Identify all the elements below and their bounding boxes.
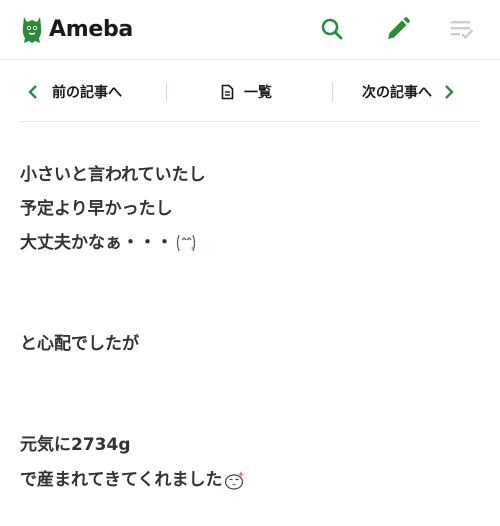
article-text-line: 予定より早かったし <box>20 199 173 219</box>
app-header: Ameba <box>0 0 500 60</box>
search-button[interactable] <box>318 15 346 43</box>
write-post-button[interactable] <box>384 15 412 43</box>
next-article-link[interactable]: 次の記事へ <box>362 80 454 104</box>
chevron-right-icon <box>445 85 454 99</box>
ameba-mascot-icon <box>22 17 42 43</box>
article-list-label: 一覧 <box>244 85 272 101</box>
pencil-icon <box>388 17 410 39</box>
feed-button[interactable] <box>448 15 476 43</box>
article-text-line: と心配でしたが <box>20 334 139 354</box>
feed-check-icon <box>451 21 474 40</box>
article-text-line: 小さいと言われていたし <box>20 165 206 185</box>
happy-face-emoji-icon <box>225 471 245 490</box>
search-icon <box>321 18 343 40</box>
nav-separator <box>166 82 167 102</box>
article-navigation: 前の記事へ 一覧 次の記事へ <box>0 62 500 122</box>
article-text-line: 元気に2734g <box>20 435 131 455</box>
worried-face-emoji-icon <box>176 234 196 252</box>
ameba-logo[interactable]: Ameba <box>20 13 133 45</box>
logo-text: Ameba <box>49 16 133 42</box>
next-article-label: 次の記事へ <box>362 85 432 101</box>
article-text-line: で産まれてきてくれました <box>20 469 246 491</box>
nav-divider <box>20 121 480 122</box>
document-icon <box>221 84 234 100</box>
prev-article-label: 前の記事へ <box>52 85 122 101</box>
nav-separator <box>332 82 333 102</box>
article-text-line: 大丈夫かなぁ・・・ <box>20 232 197 254</box>
article-list-link[interactable]: 一覧 <box>221 80 272 104</box>
chevron-left-icon <box>28 85 37 99</box>
prev-article-link[interactable]: 前の記事へ <box>28 80 122 104</box>
